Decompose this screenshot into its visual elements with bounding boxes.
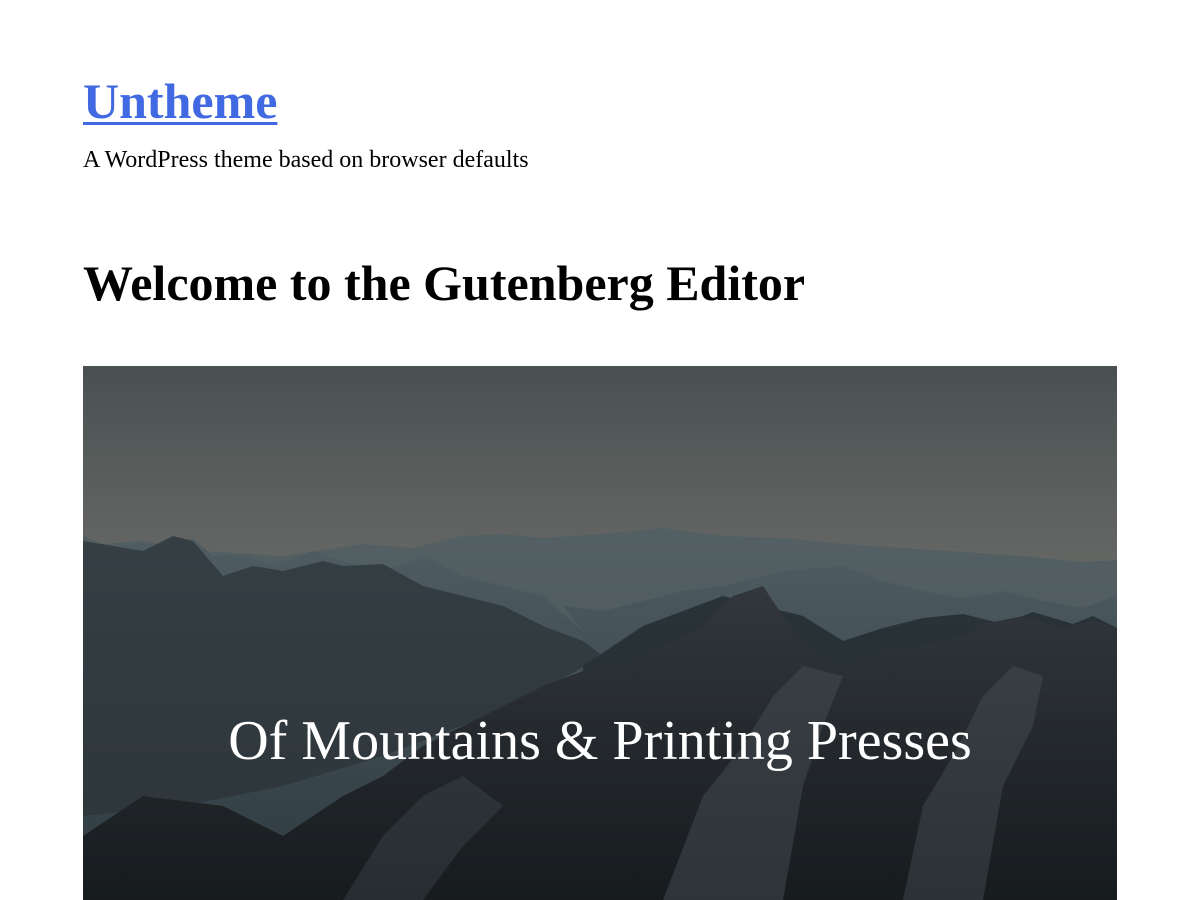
site-description: A WordPress theme based on browser defau… bbox=[83, 147, 529, 173]
cover-image-mountains bbox=[83, 366, 1117, 900]
site-title-link[interactable]: Untheme bbox=[83, 73, 277, 129]
site-header: Untheme A WordPress theme based on brows… bbox=[83, 70, 1117, 176]
cover-block: Of Mountains & Printing Presses bbox=[83, 366, 1117, 900]
cover-heading: Of Mountains & Printing Presses bbox=[228, 710, 972, 772]
site-title: Untheme bbox=[83, 70, 1117, 132]
post-title: Welcome to the Gutenberg Editor bbox=[83, 255, 806, 311]
